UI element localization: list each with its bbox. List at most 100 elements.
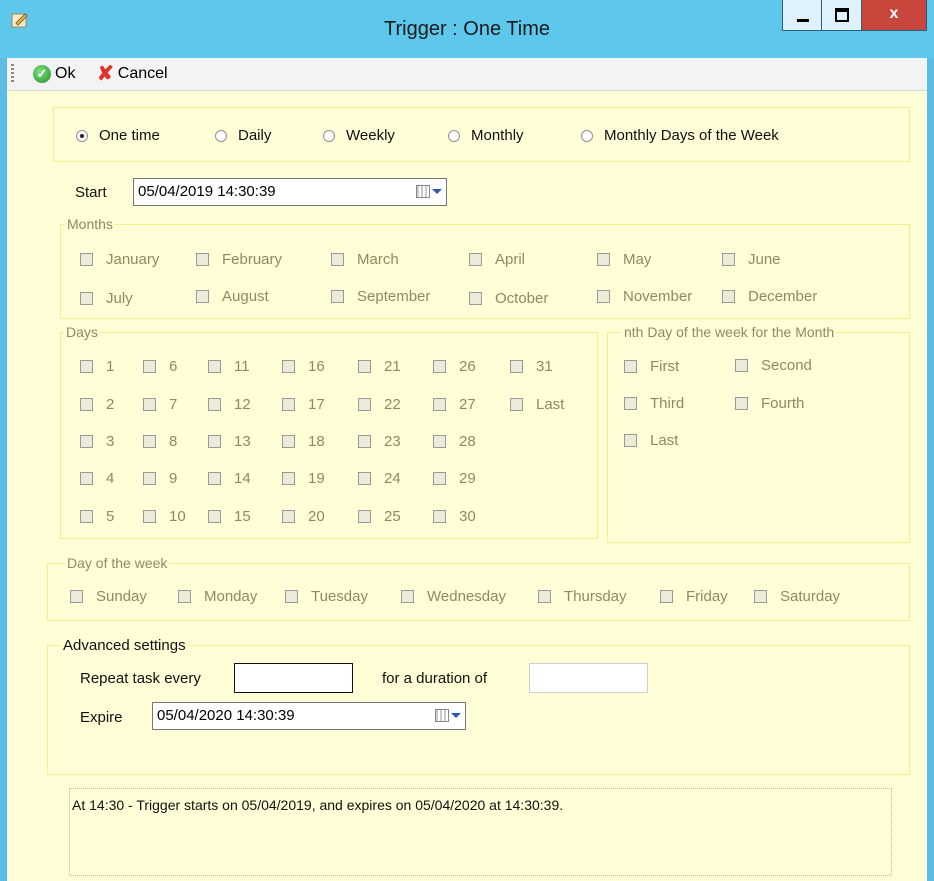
checkbox-icon	[358, 435, 371, 448]
advanced-settings-group: Advanced settings Repeat task every for …	[47, 637, 910, 775]
month-september[interactable]: September	[331, 288, 430, 305]
day-1[interactable]: 1	[80, 358, 114, 375]
day-19[interactable]: 19	[282, 470, 325, 487]
dropdown-arrow-icon[interactable]	[451, 713, 461, 718]
day-30[interactable]: 30	[433, 508, 476, 525]
month-march[interactable]: March	[331, 251, 399, 268]
weekday-thursday[interactable]: Thursday	[538, 588, 627, 605]
day-13[interactable]: 13	[208, 433, 251, 450]
checkbox-icon	[80, 360, 93, 373]
checkbox-icon	[469, 292, 482, 305]
day-11[interactable]: 11	[208, 358, 250, 375]
day-7[interactable]: 7	[143, 396, 177, 413]
day-4[interactable]: 4	[80, 470, 114, 487]
day-15[interactable]: 15	[208, 508, 251, 525]
close-button[interactable]: x	[862, 0, 927, 31]
weekday-monday[interactable]: Monday	[178, 588, 257, 605]
toolbar-grip-icon[interactable]	[11, 64, 14, 84]
day-27[interactable]: 27	[433, 396, 476, 413]
maximize-button[interactable]	[822, 0, 862, 31]
checkbox-icon	[433, 398, 446, 411]
month-november[interactable]: November	[597, 288, 692, 305]
day-5[interactable]: 5	[80, 508, 114, 525]
day-26[interactable]: 26	[433, 358, 476, 375]
start-datetime-picker[interactable]: 05/04/2019 14:30:39	[133, 178, 447, 206]
cancel-button[interactable]: ✘ Cancel	[97, 63, 168, 85]
expire-datetime-picker[interactable]: 05/04/2020 14:30:39	[152, 702, 466, 730]
day-3[interactable]: 3	[80, 433, 114, 450]
radio-daily[interactable]: Daily	[215, 127, 271, 144]
dropdown-arrow-icon[interactable]	[432, 189, 442, 194]
day-16[interactable]: 16	[282, 358, 325, 375]
start-datetime-value: 05/04/2019 14:30:39	[138, 183, 276, 200]
month-june[interactable]: June	[722, 251, 781, 268]
day-25[interactable]: 25	[358, 508, 401, 525]
checkbox-icon	[469, 253, 482, 266]
nth-second[interactable]: Second	[735, 357, 812, 374]
nth-fourth[interactable]: Fourth	[735, 395, 804, 412]
weekday-wednesday[interactable]: Wednesday	[401, 588, 506, 605]
day-21[interactable]: 21	[358, 358, 401, 375]
minimize-icon	[797, 19, 809, 22]
day-9[interactable]: 9	[143, 470, 177, 487]
month-may[interactable]: May	[597, 251, 651, 268]
day-last[interactable]: Last	[510, 396, 564, 413]
day-31[interactable]: 31	[510, 358, 553, 375]
month-february[interactable]: February	[196, 251, 282, 268]
trigger-summary-text: At 14:30 - Trigger starts on 05/04/2019,…	[72, 797, 564, 813]
radio-monthly-days-of-week[interactable]: Monthly Days of the Week	[581, 127, 779, 144]
day-8[interactable]: 8	[143, 433, 177, 450]
day-10[interactable]: 10	[143, 508, 186, 525]
weekday-friday[interactable]: Friday	[660, 588, 728, 605]
title-bar[interactable]: Trigger : One Time x	[0, 0, 934, 58]
day-14[interactable]: 14	[208, 470, 251, 487]
checkbox-icon	[722, 253, 735, 266]
day-24[interactable]: 24	[358, 470, 401, 487]
checkbox-icon	[143, 360, 156, 373]
day-12[interactable]: 12	[208, 396, 251, 413]
nth-third[interactable]: Third	[624, 395, 684, 412]
nth-last[interactable]: Last	[624, 432, 678, 449]
repeat-interval-input[interactable]	[234, 663, 353, 693]
checkbox-icon	[285, 590, 298, 603]
checkbox-icon	[208, 472, 221, 485]
weekday-sunday[interactable]: Sunday	[70, 588, 147, 605]
day-23[interactable]: 23	[358, 433, 401, 450]
calendar-icon[interactable]	[416, 185, 430, 198]
radio-weekly[interactable]: Weekly	[323, 127, 395, 144]
radio-one-time[interactable]: One time	[76, 127, 160, 144]
checkbox-icon	[722, 290, 735, 303]
duration-input[interactable]	[529, 663, 648, 693]
day-18[interactable]: 18	[282, 433, 325, 450]
weekday-tuesday[interactable]: Tuesday	[285, 588, 368, 605]
calendar-icon[interactable]	[435, 709, 449, 722]
checkbox-icon	[538, 590, 551, 603]
checkbox-icon	[80, 253, 93, 266]
checkbox-icon	[80, 292, 93, 305]
day-2[interactable]: 2	[80, 396, 114, 413]
day-17[interactable]: 17	[282, 396, 325, 413]
repeat-task-label: Repeat task every	[80, 670, 201, 687]
day-of-week-group: Day of the week Sunday Monday Tuesday We…	[47, 555, 910, 621]
day-29[interactable]: 29	[433, 470, 476, 487]
minimize-button[interactable]	[782, 0, 822, 31]
ok-button[interactable]: ✓ Ok	[33, 63, 75, 85]
month-december[interactable]: December	[722, 288, 817, 305]
checkbox-icon	[433, 472, 446, 485]
weekday-saturday[interactable]: Saturday	[754, 588, 840, 605]
radio-monthly[interactable]: Monthly	[448, 127, 524, 144]
days-group: Days 1 2 3 4 5 6 7 8 9 10 11 12 13 14 15…	[60, 324, 598, 539]
month-august[interactable]: August	[196, 288, 269, 305]
checkbox-icon	[282, 398, 295, 411]
month-april[interactable]: April	[469, 251, 525, 268]
checkbox-icon	[624, 360, 637, 373]
day-20[interactable]: 20	[282, 508, 325, 525]
checkbox-icon	[80, 435, 93, 448]
day-6[interactable]: 6	[143, 358, 177, 375]
month-july[interactable]: July	[80, 290, 133, 307]
nth-first[interactable]: First	[624, 358, 679, 375]
day-22[interactable]: 22	[358, 396, 401, 413]
month-october[interactable]: October	[469, 290, 548, 307]
month-january[interactable]: January	[80, 251, 159, 268]
day-28[interactable]: 28	[433, 433, 476, 450]
